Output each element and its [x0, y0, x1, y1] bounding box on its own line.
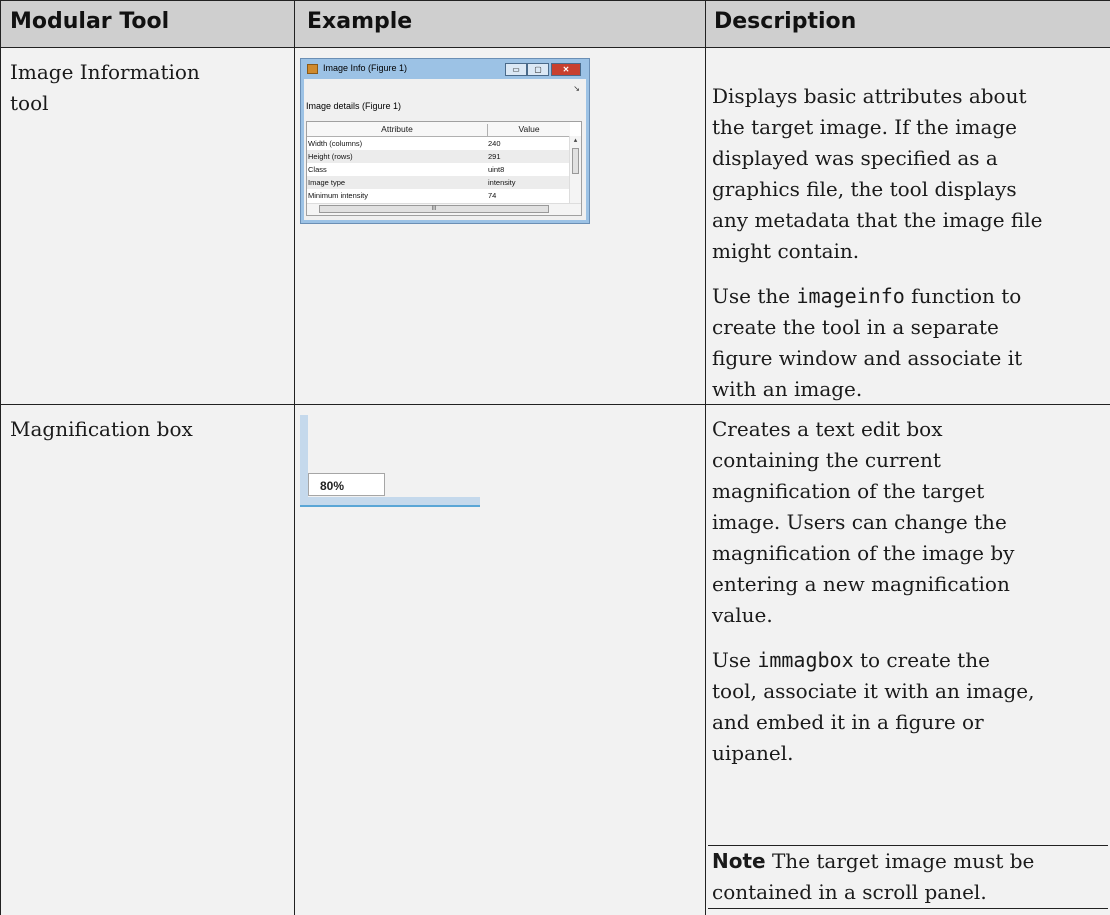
window-titlebar: Image Info (Figure 1) ▭ ▢ ✕ [301, 59, 589, 79]
scroll-up-icon: ▴ [573, 137, 578, 144]
horizontal-scrollbar: III [307, 203, 581, 215]
close-icon: ✕ [551, 63, 581, 76]
undock-arrow-icon: ↘ [573, 84, 580, 93]
description-line: containing the current [712, 448, 941, 472]
value-cell: 240 [488, 139, 501, 148]
panel-edge [300, 415, 308, 507]
scroll-thumb: III [319, 205, 549, 213]
header-divider [0, 47, 1110, 48]
description-line: graphics file, the tool displays [712, 177, 1017, 201]
modular-tools-table: Modular Tool Example Description Image I… [0, 0, 1110, 915]
usage-line: Use immagbox to create the [712, 645, 1035, 676]
attribute-table-header: Attribute Value [307, 122, 570, 137]
attribute-cell: Width (columns) [308, 139, 363, 148]
table-row: Width (columns) 240 [307, 137, 570, 150]
attribute-cell: Minimum intensity [308, 191, 369, 200]
value-cell: uint8 [488, 165, 505, 174]
note-label: Note [712, 849, 766, 873]
vertical-scrollbar: ▴ [569, 136, 581, 204]
magnification-box-example: 80% [300, 415, 480, 507]
note-text: The target image must be [765, 849, 1035, 873]
scroll-grip: III [431, 206, 437, 212]
column-divider [705, 0, 706, 915]
attribute-cell: Height (rows) [308, 152, 353, 161]
note-line: Note The target image must be [712, 846, 1034, 877]
usage-suffix: to create the [853, 648, 990, 672]
column-header-example: Example [307, 9, 413, 34]
description-line: figure window and associate it [712, 346, 1023, 370]
code-immagbox: immagbox [757, 648, 854, 672]
value-cell: 74 [488, 191, 497, 200]
window-body: ↘ Image details (Figure 1) Attribute Val… [304, 79, 586, 220]
table-border-top [0, 0, 1110, 1]
tool-name-line: tool [10, 91, 49, 115]
note-divider [708, 908, 1108, 909]
usage-prefix: Use [712, 648, 758, 672]
description-line: Displays basic attributes about [712, 84, 1027, 108]
description-line: entering a new magnification [712, 572, 1010, 596]
description-line: displayed was specified as a [712, 146, 998, 170]
tool-name-magnification-box: Magnification box [10, 414, 193, 445]
image-details-label: Image details (Figure 1) [306, 101, 402, 111]
tool-name-line: Image Information [10, 60, 200, 84]
description-image-information: Displays basic attributes about the targ… [712, 81, 1042, 405]
description-line: might contain. [712, 239, 860, 263]
description-line: uipanel. [712, 741, 794, 765]
column-divider [294, 0, 295, 915]
code-imageinfo: imageinfo [796, 284, 905, 308]
description-line: value. [712, 603, 773, 627]
table-row: Minimum intensity 74 [307, 189, 570, 202]
note-text: contained in a scroll panel. [712, 880, 987, 904]
panel-edge [300, 497, 480, 507]
description-line: the target image. If the image [712, 115, 1017, 139]
table-row: Class uint8 [307, 163, 570, 176]
description-magnification-box: Creates a text edit box containing the c… [712, 414, 1035, 769]
minimize-icon: ▭ [505, 63, 527, 76]
table-row: Height (rows) 291 [307, 150, 570, 163]
usage-line: Use the imageinfo function to [712, 281, 1042, 312]
attribute-table: Attribute Value Width (columns) 240 Heig… [306, 121, 582, 216]
tool-name-image-information: Image Information tool [10, 57, 200, 119]
note-block: Note The target image must be contained … [712, 846, 1034, 908]
description-line: image. Users can change the [712, 510, 1007, 534]
maximize-icon: ▢ [527, 63, 549, 76]
description-line: with an image. [712, 377, 863, 401]
tool-name-line: Magnification box [10, 417, 193, 441]
value-column-header: Value [518, 124, 540, 134]
description-line: and embed it in a figure or [712, 710, 984, 734]
description-line: magnification of the image by [712, 541, 1015, 565]
usage-suffix: function to [904, 284, 1022, 308]
column-header-modular-tool: Modular Tool [10, 9, 170, 34]
window-title: Image Info (Figure 1) [323, 63, 408, 73]
table-border-left [0, 0, 1, 915]
usage-prefix: Use the [712, 284, 797, 308]
matlab-app-icon [307, 64, 318, 74]
table-row: Image type intensity [307, 176, 570, 189]
description-line: any metadata that the image file [712, 208, 1043, 232]
description-line: tool, associate it with an image, [712, 679, 1035, 703]
magnification-text-box[interactable]: 80% [308, 473, 385, 496]
value-cell: 291 [488, 152, 501, 161]
attribute-column-header: Attribute [307, 124, 488, 136]
value-cell: intensity [488, 178, 516, 187]
scroll-thumb [572, 148, 579, 174]
attribute-cell: Class [308, 165, 327, 174]
image-info-window-example: Image Info (Figure 1) ▭ ▢ ✕ ↘ Image deta… [300, 58, 590, 224]
column-header-description: Description [714, 9, 857, 34]
attribute-cell: Image type [308, 178, 346, 187]
description-line: create the tool in a separate [712, 315, 999, 339]
description-line: magnification of the target [712, 479, 985, 503]
description-line: Creates a text edit box [712, 417, 943, 441]
